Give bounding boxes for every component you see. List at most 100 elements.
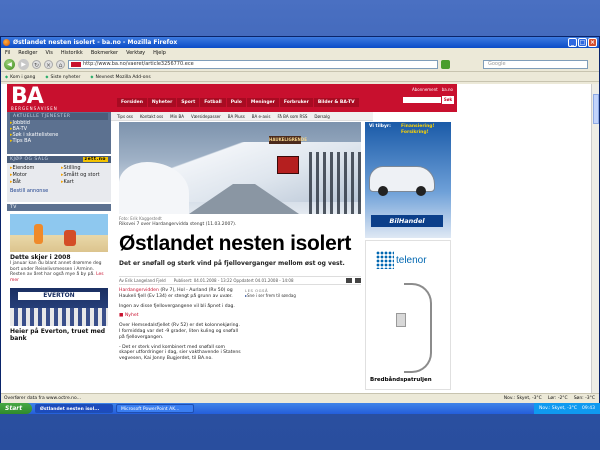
article-photo[interactable]: HAUKELIGRENDE: [119, 122, 361, 214]
tab-nyheter[interactable]: Nyheter: [147, 98, 177, 107]
bilhandel-logo: BilHandel: [371, 215, 443, 227]
body-paragraph: Over Hemsedalsfjellet (Rv 52) er det kol…: [119, 323, 240, 340]
buy-sell-box: KJØP OG SALG zett.no Eiendom Stilling Mo…: [7, 156, 111, 202]
subnav-vaersidepasser[interactable]: Værsidepasser: [191, 112, 221, 120]
abonnement-link[interactable]: Abonnement: [412, 87, 438, 92]
vertical-scrollbar[interactable]: [591, 84, 599, 393]
close-button[interactable]: ×: [588, 38, 597, 47]
article-headline: Østlandet nesten isolert: [119, 232, 352, 255]
subnav-e-avis[interactable]: BA e-avis: [252, 112, 271, 120]
home-button[interactable]: ⌂: [56, 60, 65, 69]
tab-sport[interactable]: Sport: [177, 98, 200, 107]
tab-meninger[interactable]: Meninger: [246, 98, 279, 107]
menu-bokmerker[interactable]: Bokmerker: [91, 48, 118, 58]
buysell-header: KJØP OG SALG zett.no: [7, 156, 111, 163]
status-bar: Overfører data fra www.octre.no... Nov.:…: [1, 393, 599, 403]
tv-headline-1[interactable]: Dette skjer i 2008: [10, 254, 108, 261]
related-link[interactable]: Sne i ser frem til søndag: [245, 293, 357, 298]
buysell-item[interactable]: Kart: [61, 179, 108, 186]
page-viewport: BA BERGENSAVISEN Abonnement ba.no Søk Fo…: [1, 84, 591, 393]
ad-column: Vi tilbyr: Finansiering! Forsikring! Bil…: [365, 122, 451, 393]
subnav-min-ba[interactable]: Min BA: [170, 112, 184, 120]
buysell-item[interactable]: Båt: [10, 179, 57, 186]
author[interactable]: Av Erik Langeland Fjeld: [119, 278, 166, 283]
weather-sat: Lør: -2°C: [547, 396, 568, 401]
telenor-logo-icon: [376, 251, 394, 269]
buysell-item[interactable]: Eiendom: [10, 165, 57, 172]
forward-button[interactable]: ▶: [18, 59, 29, 70]
address-bar[interactable]: http://www.ba.no/vaeret/article3256770.e…: [68, 60, 438, 69]
maximize-button[interactable]: □: [578, 38, 587, 47]
tab-pulo[interactable]: Pulo: [226, 98, 246, 107]
photo-credit: Foto: Erik Kaggestedt: [119, 216, 162, 221]
task-powerpoint[interactable]: Microsoft PowerPoint AK...: [116, 404, 194, 413]
ba-search-button[interactable]: Søk: [442, 96, 454, 104]
car-image: [369, 166, 435, 196]
tv-teaser-1: I januar kan du blant annet drømme deg b…: [10, 261, 108, 283]
tv-headline-2[interactable]: Heier på Everton, truet med bank: [10, 328, 108, 342]
menu-verktoy[interactable]: Verktøy: [126, 48, 145, 58]
minimize-button[interactable]: _: [568, 38, 577, 47]
services-box: AKTUELLE TJENESTER Jobbtid BA-TV Søk i s…: [7, 112, 111, 154]
tab-forbruker[interactable]: Forbruker: [279, 98, 313, 107]
title-bar: Østlandet nesten isolert - ba.no - Mozil…: [1, 37, 599, 48]
stop-button[interactable]: ×: [44, 60, 53, 69]
menu-rediger[interactable]: Rediger: [18, 48, 37, 58]
bookmark-addons[interactable]: Nevnest Mozilla Add-ons: [90, 72, 150, 81]
subnav-rss[interactable]: Få BA som RSS: [277, 112, 307, 120]
print-icon[interactable]: [355, 278, 361, 283]
menu-historikk[interactable]: Historikk: [61, 48, 83, 58]
email-icon[interactable]: [346, 278, 352, 283]
buysell-item[interactable]: Motor: [10, 172, 57, 179]
timestamp: Publisert: 04.01.2008 - 13:22 Oppdatert …: [173, 278, 294, 283]
tv-image-everton[interactable]: EVERTON: [10, 288, 108, 326]
subnav-kontakt-oss[interactable]: Kontakt oss: [140, 112, 163, 120]
bestill-annonse-link[interactable]: Bestill annonse: [7, 188, 111, 194]
start-button[interactable]: Start: [0, 403, 32, 414]
tab-fotball[interactable]: Fotball: [200, 98, 226, 107]
bullet-icon: ■: [119, 313, 124, 319]
subnav-dorsalg[interactable]: Dørsalg: [314, 112, 329, 120]
go-button[interactable]: [441, 60, 450, 69]
service-item[interactable]: Tips BA: [10, 138, 108, 144]
services-header: AKTUELLE TJENESTER: [10, 113, 108, 120]
reload-button[interactable]: ↻: [32, 60, 41, 69]
taskbar: Start Østlandet nesten isol... Microsoft…: [0, 403, 600, 414]
ba-search-input[interactable]: [403, 97, 441, 103]
nyhet-link[interactable]: Nyhet: [125, 313, 139, 318]
tv-image-beach[interactable]: [10, 214, 108, 252]
hardangervidden-link[interactable]: Hardangervidden: [119, 288, 159, 293]
buysell-item[interactable]: Stilling: [61, 165, 108, 172]
menu-vis[interactable]: Vis: [46, 48, 53, 58]
back-button[interactable]: ◀: [4, 59, 15, 70]
tray-weather: Nov.: Skyet, -3°C: [538, 406, 578, 411]
firefox-icon: [3, 39, 10, 46]
tv-teaser-text: I januar kan du blant annet drømme deg b…: [10, 261, 102, 277]
subnav-ba-pluss[interactable]: BA Pluss: [228, 112, 245, 120]
tab-forsiden[interactable]: Forsiden: [117, 98, 147, 107]
menu-hjelp[interactable]: Hjelp: [153, 48, 166, 58]
menu-fil[interactable]: Fil: [5, 48, 10, 58]
tab-bilder-ba-tv[interactable]: Bilder & BA-TV: [313, 98, 359, 107]
buysell-title: KJØP OG SALG: [10, 157, 49, 162]
search-box[interactable]: Google: [483, 60, 588, 69]
ba-logo[interactable]: BA: [11, 86, 44, 108]
buysell-item[interactable]: Smått og stort: [61, 172, 108, 179]
article: HAUKELIGRENDE Foto: Erik Kaggestedt Riks…: [113, 122, 361, 393]
everton-banner: EVERTON: [18, 292, 100, 300]
task-firefox[interactable]: Østlandet nesten isol...: [35, 404, 113, 413]
tv-header: TV: [7, 204, 111, 211]
weather-sun: Søn: -3°C: [573, 396, 595, 401]
subnav-tips-oss[interactable]: Tips oss: [117, 112, 133, 120]
article-byline: Av Erik Langeland Fjeld Publisert: 04.01…: [119, 276, 361, 285]
telenor-ad[interactable]: telenor Bredbåndspatruljen: [365, 240, 451, 390]
zett-badge[interactable]: zett.no: [82, 157, 108, 162]
ba-no-link[interactable]: ba.no: [442, 87, 453, 92]
article-body: Hardangervidden (Rv 7), Hol - Aurland (R…: [119, 288, 241, 366]
bookmark-siste-nyheter[interactable]: Siste nyheter: [45, 72, 80, 81]
status-text: Overfører data fra www.octre.no...: [4, 396, 81, 401]
bookmark-kom-i-gang[interactable]: Kom i gang: [5, 72, 35, 81]
bookmarks-toolbar: Kom i gang Siste nyheter Nevnest Mozilla…: [1, 72, 599, 82]
bilhandel-ad[interactable]: Vi tilbyr: Finansiering! Forsikring! Bil…: [365, 122, 451, 238]
clock[interactable]: 09:43: [582, 403, 595, 414]
